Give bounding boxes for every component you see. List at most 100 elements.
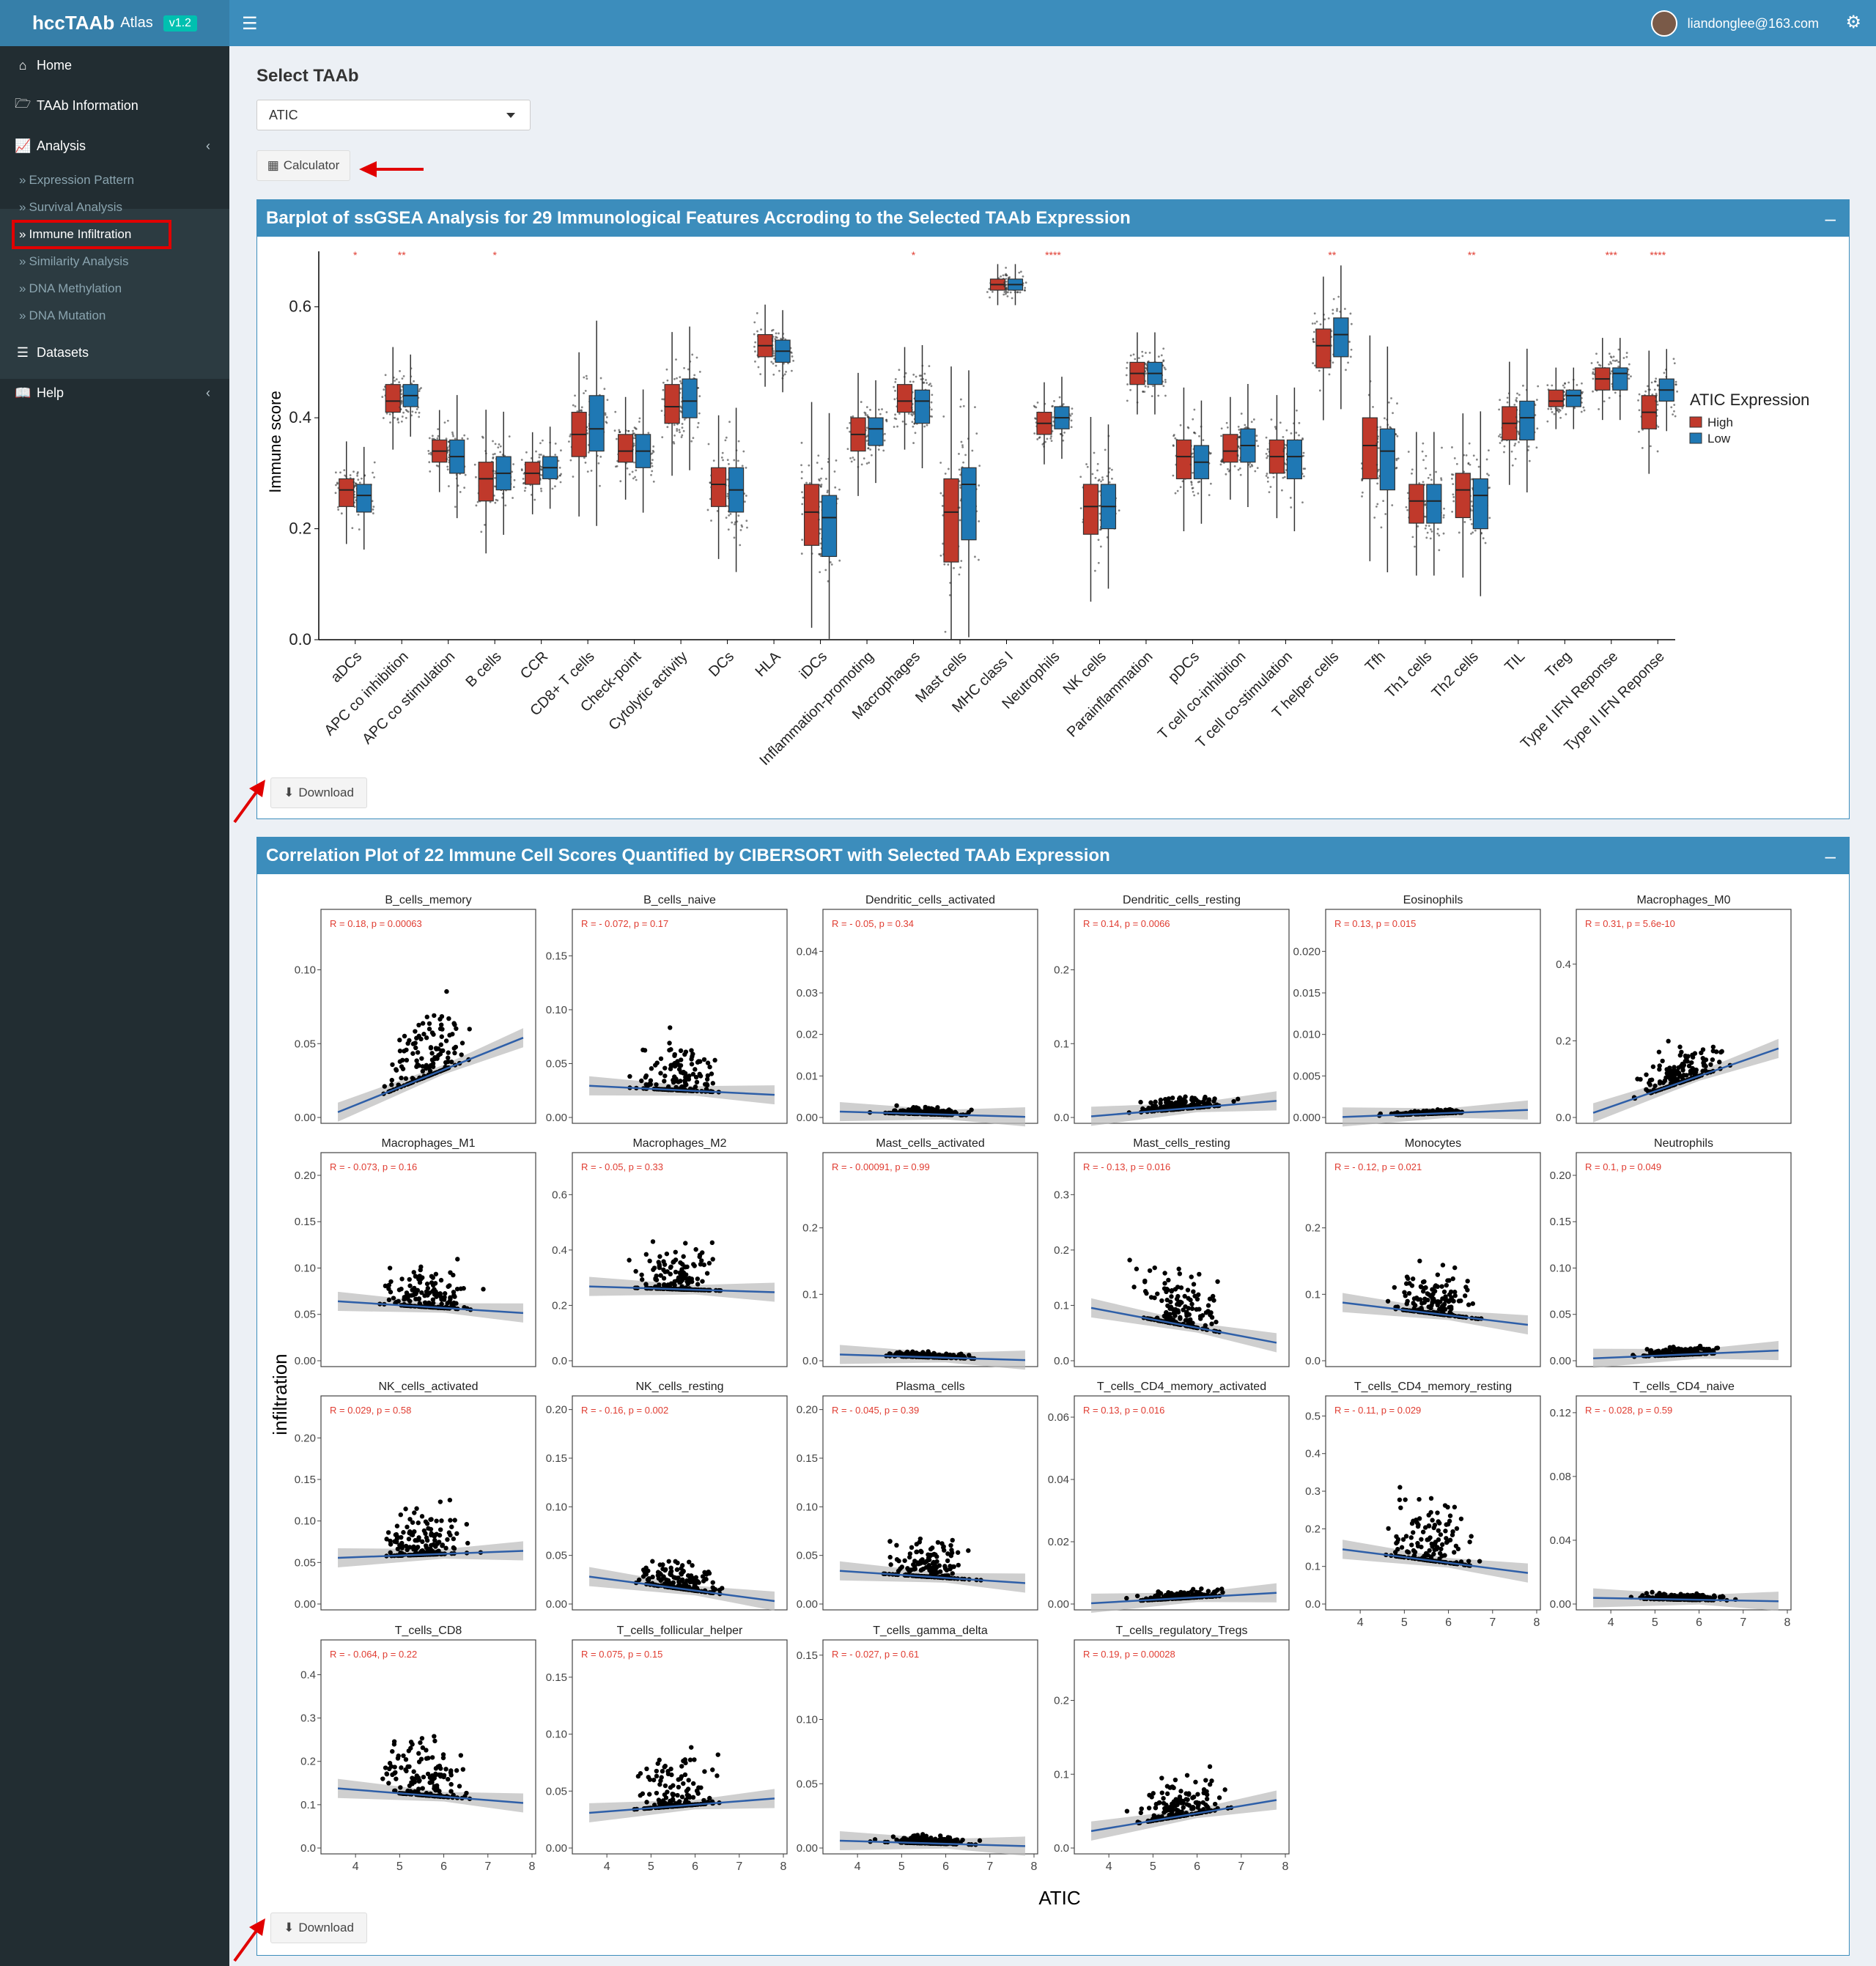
jitter-point <box>1469 518 1472 521</box>
jitter-point <box>1503 445 1506 448</box>
jitter-point <box>1227 468 1229 470</box>
jitter-point <box>1285 429 1288 432</box>
jitter-point <box>679 405 682 408</box>
scatter-point <box>1189 1301 1194 1307</box>
jitter-point <box>1104 448 1107 451</box>
jitter-point <box>1425 524 1428 527</box>
jitter-point <box>960 440 963 443</box>
jitter-point <box>429 470 432 473</box>
taab-select[interactable]: ATIC <box>256 100 531 130</box>
jitter-point <box>635 478 638 481</box>
jitter-point <box>1312 362 1315 365</box>
minimize-button[interactable]: – <box>1825 207 1836 230</box>
sidebar-subitem-survival-analysis[interactable]: » Survival Analysis <box>19 196 122 218</box>
scatter-point <box>1470 1301 1476 1307</box>
jitter-point <box>1565 413 1567 415</box>
scatter-point <box>455 1257 460 1262</box>
jitter-point <box>698 395 701 398</box>
subitem-label: DNA Mutation <box>29 308 106 322</box>
hamburger-icon[interactable]: ☰ <box>242 13 258 34</box>
jitter-point <box>1164 378 1167 381</box>
box <box>1362 417 1378 480</box>
scatter-point <box>664 1251 670 1257</box>
calculator-button[interactable]: ▦ Calculator <box>256 150 350 181</box>
scatter-point <box>424 1281 430 1287</box>
jitter-point <box>1536 427 1539 430</box>
sidebar-item-datasets[interactable]: ☰ Datasets <box>0 333 229 372</box>
scatter-point <box>1673 1071 1679 1076</box>
scatter-point <box>1166 1277 1171 1283</box>
jitter-point <box>726 459 729 462</box>
panel-frame <box>822 1152 1038 1367</box>
box <box>1519 400 1535 441</box>
jitter-point <box>1622 357 1625 359</box>
scatter-point <box>443 1060 448 1065</box>
gears-icon[interactable]: ⚙ <box>1845 12 1861 33</box>
jitter-point <box>1442 532 1445 535</box>
box <box>1082 484 1099 535</box>
minimize-button[interactable]: – <box>1825 845 1836 868</box>
jitter-point <box>1050 440 1053 443</box>
jitter-point <box>1052 416 1055 418</box>
jitter-point <box>554 442 557 445</box>
jitter-point <box>879 413 882 415</box>
jitter-point <box>988 288 991 290</box>
jitter-point <box>771 339 774 342</box>
jitter-point <box>959 566 962 569</box>
jitter-point <box>584 389 587 392</box>
jitter-point <box>739 544 742 547</box>
jitter-point <box>1672 358 1675 361</box>
box <box>1426 484 1442 524</box>
jitter-point <box>1656 403 1659 406</box>
jitter-point <box>884 432 886 435</box>
correlation-stat: R = 0.13, p = 0.015 <box>1334 918 1416 929</box>
scatter-point <box>448 1270 453 1275</box>
scatter-point <box>443 1038 449 1043</box>
jitter-point <box>631 470 634 473</box>
jitter-point <box>1005 266 1008 269</box>
sidebar-subitem-dna-mutation[interactable]: » DNA Mutation <box>19 305 106 327</box>
scatter-point <box>413 1045 418 1051</box>
y-tick-label: 0.0 <box>1305 1355 1321 1367</box>
download-button[interactable]: ⬇ Download <box>270 777 367 808</box>
sidebar-subitem-dna-methylation[interactable]: » DNA Methylation <box>19 278 122 300</box>
sidebar-subitem-expression-pattern[interactable]: » Expression Pattern <box>19 169 134 191</box>
jitter-point <box>1592 372 1594 375</box>
jitter-point <box>402 411 405 414</box>
scatter-point <box>1417 1297 1423 1302</box>
jitter-point <box>384 374 387 377</box>
box <box>478 462 494 502</box>
jitter-point <box>372 506 375 508</box>
scatter-point <box>640 1277 645 1282</box>
scatter-point <box>1189 1306 1195 1312</box>
scatter-point <box>706 1260 712 1266</box>
scatter-point <box>1168 1304 1174 1309</box>
jitter-point <box>1141 350 1144 353</box>
scatter-point <box>1191 1282 1197 1287</box>
x-tick-label: DCs <box>706 648 737 680</box>
jitter-point <box>522 482 525 485</box>
scatter-point <box>1411 1301 1416 1306</box>
jitter-point <box>1657 426 1660 428</box>
sidebar-item-taab-information[interactable]: 🗁 TAAb Information <box>0 86 229 125</box>
user-menu[interactable]: liandonglee@163.com <box>1650 10 1819 37</box>
jitter-point <box>586 470 589 473</box>
scatter-point <box>678 1063 684 1068</box>
jitter-point <box>619 480 622 483</box>
scatter-point <box>639 1272 644 1277</box>
sidebar-item-home[interactable]: ⌂ Home <box>0 46 229 84</box>
jitter-point <box>558 466 561 469</box>
sidebar-item-help[interactable]: 📖 Help ‹ <box>0 374 229 412</box>
scatter-point <box>1436 1307 1442 1312</box>
sidebar-subitem-similarity-analysis[interactable]: » Similarity Analysis <box>19 251 129 273</box>
app-logo[interactable]: hccTAAb Atlas v1.2 <box>0 0 229 46</box>
y-tick-label: 0.0 <box>802 1355 818 1367</box>
jitter-point <box>695 356 698 359</box>
jitter-point <box>820 484 823 486</box>
top-navbar: hccTAAb Atlas v1.2 ☰ liandonglee@163.com… <box>0 0 1876 46</box>
sidebar-item-analysis[interactable]: 📈 Analysis ‹ <box>0 127 229 165</box>
scatter-point <box>1142 1278 1148 1284</box>
jitter-point <box>418 411 421 414</box>
scatter-point <box>668 1271 673 1276</box>
jitter-point <box>1290 506 1293 509</box>
